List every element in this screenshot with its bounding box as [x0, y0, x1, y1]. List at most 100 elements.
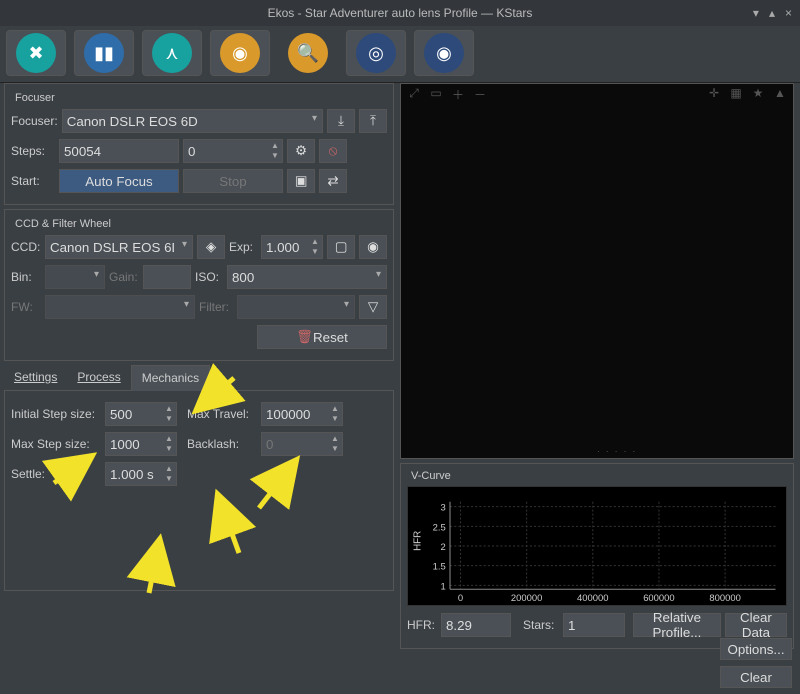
display-icon: ◈ — [206, 239, 216, 255]
module-mount[interactable]: ⋏ — [142, 30, 202, 76]
options-button[interactable]: Options... — [720, 638, 792, 660]
ccd-group: CCD & Filter Wheel CCD: Canon DSLR EOS 6… — [4, 209, 394, 361]
spin-down-icon[interactable]: ▼ — [269, 151, 281, 161]
live-view-button[interactable]: ◈ — [197, 235, 225, 259]
eye-icon: ◉ — [367, 239, 379, 255]
fw-select[interactable] — [45, 295, 195, 319]
module-capture[interactable]: ◉ — [210, 30, 270, 76]
title-bar: Ekos - Star Adventurer auto lens Profile… — [0, 0, 800, 26]
svg-text:1: 1 — [441, 582, 446, 592]
auto-focus-button[interactable]: Auto Focus — [59, 169, 179, 193]
funnel-icon: ▽ — [368, 299, 378, 315]
trash-icon: 🗑 — [296, 329, 313, 345]
stop-button[interactable]: Stop — [183, 169, 283, 193]
module-setup[interactable]: ✖ — [6, 30, 66, 76]
clear-button[interactable]: Clear — [720, 666, 792, 688]
exp-label: Exp: — [229, 240, 257, 254]
spin-up-icon[interactable]: ▲ — [269, 141, 281, 151]
relative-profile-button[interactable]: Relative Profile... — [633, 613, 721, 637]
ccd-device-select[interactable]: Canon DSLR EOS 6D — [45, 235, 193, 259]
svg-text:3: 3 — [441, 503, 446, 513]
module-align[interactable]: ◎ — [346, 30, 406, 76]
camera-square-icon: ▣ — [295, 173, 308, 189]
crosshair-icon[interactable]: ✛ — [705, 86, 723, 103]
svg-text:1.5: 1.5 — [433, 562, 446, 572]
minimize-icon[interactable]: ▾ — [753, 6, 759, 20]
zoom-out-icon[interactable]: － — [471, 86, 489, 103]
full-field-button[interactable]: ◉ — [359, 235, 387, 259]
focuser-group: Focuser Focuser: Canon DSLR EOS 6D ⤓ ⤒ S… — [4, 83, 394, 205]
tab-settings[interactable]: Settings — [4, 365, 67, 390]
settle-label: Settle: — [11, 467, 101, 481]
focus-preview[interactable]: ⤢ ▭ ＋ － ✛ ▦ ★ ▲ · · · · · — [400, 83, 794, 459]
svg-text:2: 2 — [441, 542, 446, 552]
filter-select[interactable] — [237, 295, 355, 319]
stars-label: Stars: — [523, 618, 559, 632]
preview-toolbar: ⤢ ▭ ＋ － ✛ ▦ ★ ▲ — [405, 86, 789, 103]
ccd-group-label: CCD & Filter Wheel — [13, 218, 113, 230]
capture-preview-button[interactable]: ▣ — [287, 169, 315, 193]
svg-text:800000: 800000 — [709, 593, 740, 603]
reset-button[interactable]: 🗑 Reset — [257, 325, 387, 349]
max-travel-label: Max Travel: — [187, 407, 257, 421]
module-toolbar: ✖ ▮▮ ⋏ ◉ 🔍 ◎ ◉ — [0, 26, 800, 83]
iso-select[interactable]: 800 — [227, 265, 387, 289]
camera-icon: ◉ — [220, 33, 260, 73]
svg-text:200000: 200000 — [511, 593, 542, 603]
hfr-value — [441, 613, 511, 637]
steps-label: Steps: — [11, 144, 55, 158]
bin-select[interactable] — [45, 265, 105, 289]
svg-text:2.5: 2.5 — [433, 523, 446, 533]
grid-icon[interactable]: ▦ — [727, 86, 745, 103]
magnifier-icon: 🔍 — [288, 33, 328, 73]
loop-icon: ⇄ — [327, 173, 338, 189]
steps-value[interactable] — [59, 139, 179, 163]
settings-gear-button[interactable]: ⚙ — [287, 139, 315, 163]
abort-motion-button[interactable]: ⦸ — [319, 139, 347, 163]
mechanics-panel: Initial Step size: ▲▼ Max Travel: ▲▼ Max… — [4, 391, 394, 591]
tab-mechanics[interactable]: Mechanics — [131, 365, 210, 391]
bin-label: Bin: — [11, 270, 41, 284]
hfr-label: HFR: — [407, 618, 437, 632]
arrow-down-bar-icon: ⤓ — [338, 113, 344, 129]
focus-out-button[interactable]: ⤒ — [359, 109, 387, 133]
disc-icon: ◉ — [424, 33, 464, 73]
loop-button[interactable]: ⇄ — [319, 169, 347, 193]
book-icon: ▮▮ — [84, 33, 124, 73]
start-label: Start: — [11, 174, 55, 188]
focuser-label: Focuser: — [11, 114, 58, 128]
maximize-icon[interactable]: ▴ — [769, 6, 775, 20]
steps-goto[interactable] — [183, 139, 283, 163]
window-title: Ekos - Star Adventurer auto lens Profile… — [268, 6, 533, 20]
close-icon[interactable]: × — [785, 6, 792, 20]
clear-data-button[interactable]: Clear Data — [725, 613, 787, 637]
iso-label: ISO: — [195, 270, 223, 284]
vcurve-ylabel: HFR — [412, 531, 423, 551]
max-step-label: Max Step size: — [11, 437, 101, 451]
prohibit-icon: ⦸ — [329, 143, 338, 159]
zoom-fit-icon[interactable]: ⤢ — [405, 86, 423, 103]
module-focus[interactable]: 🔍 — [278, 30, 338, 76]
module-scheduler[interactable]: ▮▮ — [74, 30, 134, 76]
subframe-button[interactable]: ▢ — [327, 235, 355, 259]
stars-value — [563, 613, 625, 637]
backlash-label: Backlash: — [187, 437, 257, 451]
module-guide[interactable]: ◉ — [414, 30, 474, 76]
star-icon[interactable]: ★ — [749, 86, 767, 103]
zoom-rect-icon[interactable]: ▭ — [427, 86, 445, 103]
svg-text:400000: 400000 — [577, 593, 608, 603]
vcurve-chart: HFR 3 2.5 2 1.5 1 0 200000 400000 600000… — [407, 486, 787, 606]
filter-manager-button[interactable]: ▽ — [359, 295, 387, 319]
gain-input[interactable] — [143, 265, 191, 289]
focus-in-button[interactable]: ⤓ — [327, 109, 355, 133]
fw-label: FW: — [11, 300, 41, 314]
tripod-icon: ⋏ — [152, 33, 192, 73]
focuser-device-select[interactable]: Canon DSLR EOS 6D — [62, 109, 323, 133]
tab-process[interactable]: Process — [67, 365, 130, 390]
vcurve-group: V-Curve HFR 3 2.5 — [400, 463, 794, 649]
preview-resize-handle[interactable]: · · · · · — [597, 447, 637, 456]
triangle-icon[interactable]: ▲ — [771, 86, 789, 103]
zoom-in-icon[interactable]: ＋ — [449, 86, 467, 103]
svg-text:0: 0 — [458, 593, 463, 603]
focus-tabs: Settings Process Mechanics — [4, 365, 394, 391]
